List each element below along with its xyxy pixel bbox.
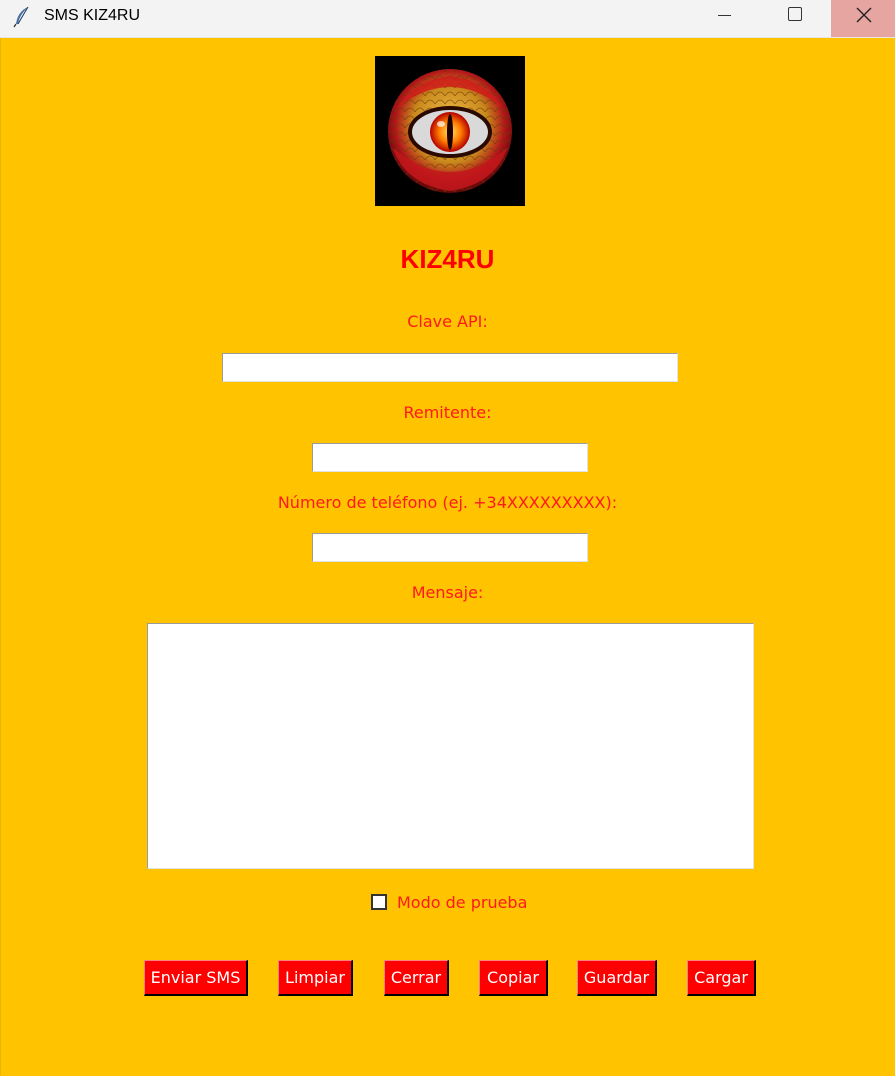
dragon-eye-icon [388,69,512,193]
api-key-label: Clave API: [407,312,488,331]
title-bar: SMS KIZ4RU [0,0,895,38]
phone-label: Número de teléfono (ej. +34XXXXXXXXX): [277,493,618,512]
save-button[interactable]: Guardar [577,960,657,996]
minimize-icon [718,15,731,16]
test-mode-label: Modo de prueba [397,893,528,912]
app-heading: KIZ4RU [400,244,495,274]
phone-input[interactable] [312,533,588,562]
feather-icon [13,6,31,28]
test-mode-checkbox[interactable] [371,894,387,910]
close-button[interactable]: Cerrar [384,960,449,996]
sender-label: Remitente: [403,403,492,422]
send-sms-button[interactable]: Enviar SMS [144,960,248,996]
maximize-button[interactable] [762,0,827,37]
close-icon [856,7,872,23]
load-button[interactable]: Cargar [687,960,756,996]
sender-input[interactable] [312,443,588,472]
message-textarea[interactable] [147,623,754,869]
clear-button[interactable]: Limpiar [278,960,353,996]
maximize-icon [788,7,802,21]
api-key-input[interactable] [222,353,678,382]
minimize-button[interactable] [692,0,757,37]
window-title: SMS KIZ4RU [44,7,141,24]
copy-button[interactable]: Copiar [479,960,548,996]
close-window-button[interactable] [831,0,895,37]
logo [375,56,525,206]
message-label: Mensaje: [411,583,484,602]
